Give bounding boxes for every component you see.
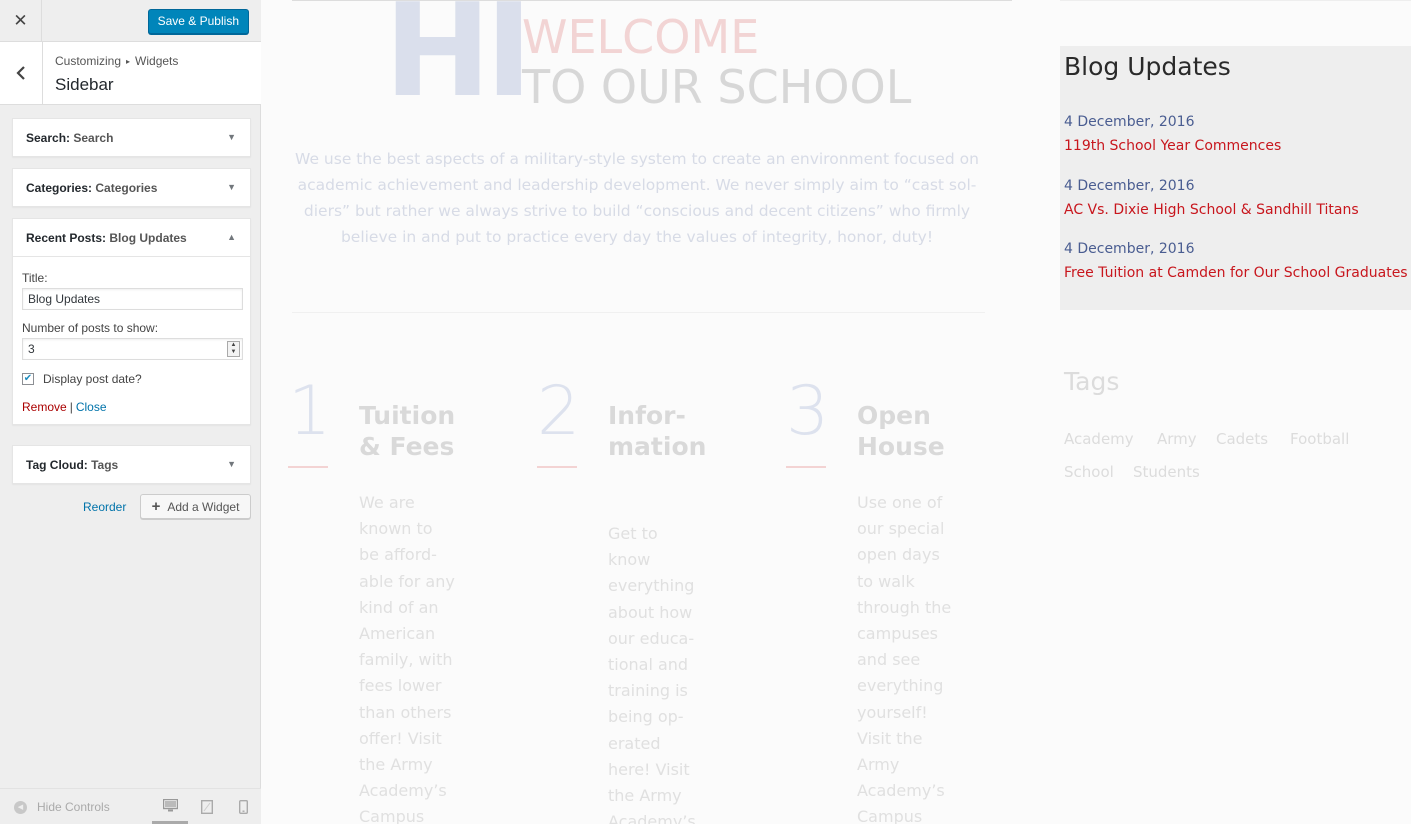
mobile-icon	[238, 799, 248, 814]
post-item: 4 December, 2016 AC Vs. Dixie High Schoo…	[1064, 177, 1411, 219]
tag-link[interactable]: Football	[1290, 430, 1349, 448]
save-publish-button[interactable]: Save & Publish	[147, 9, 249, 34]
breadcrumb: Customizing ▸ Widgets	[55, 54, 178, 68]
expand-arrow-icon: ▼	[227, 182, 236, 192]
feature-underline	[288, 466, 328, 468]
widget-title: Tag Cloud: Tags	[26, 458, 119, 472]
display-date-checkbox[interactable]: ✔	[22, 373, 34, 385]
customizer-footer: ◀ Hide Controls	[0, 788, 261, 824]
widget-recent-posts: Recent Posts: Blog Updates ▲ Title: Numb…	[12, 218, 251, 425]
widget-tag-cloud-toggle[interactable]: Tag Cloud: Tags ▼	[13, 446, 250, 483]
widget-title: Search: Search	[26, 131, 114, 145]
widget-title: Categories: Categories	[26, 181, 158, 195]
title-input[interactable]	[22, 288, 243, 310]
reorder-link[interactable]: Reorder	[83, 500, 126, 514]
link-separator: |	[69, 400, 73, 414]
widget-title: Recent Posts: Blog Updates	[26, 231, 187, 245]
widget-search-toggle[interactable]: Search: Search ▼	[13, 119, 250, 156]
feature-number: 3	[786, 372, 830, 451]
add-widget-button[interactable]: + Add a Widget	[140, 494, 251, 519]
post-title-link[interactable]: 119th School Year Commences	[1064, 137, 1411, 155]
close-link[interactable]: Close	[76, 400, 107, 414]
tablet-preview-button[interactable]	[189, 789, 225, 824]
desktop-icon	[162, 798, 178, 811]
post-title-link[interactable]: Free Tuition at Camden for Our School Gr…	[1064, 264, 1411, 282]
widget-categories-toggle[interactable]: Categories: Categories ▼	[13, 169, 250, 206]
feature-title: Tuition & Fees	[359, 401, 456, 461]
number-posts-label: Number of posts to show:	[22, 321, 159, 335]
tag-link[interactable]: Army	[1157, 430, 1197, 448]
section-title: Sidebar	[55, 75, 114, 94]
customizer-header: ✕ Save & Publish	[0, 0, 261, 42]
tags-title: Tags	[1064, 367, 1120, 396]
hide-controls-label: Hide Controls	[37, 800, 110, 814]
chevron-left-icon	[16, 66, 25, 80]
expand-arrow-icon: ▼	[227, 132, 236, 142]
mobile-preview-button[interactable]	[225, 789, 261, 824]
widget-control-links: Remove | Close	[22, 400, 241, 414]
feature-title: Open House	[857, 401, 945, 461]
widget-recent-posts-toggle[interactable]: Recent Posts: Blog Updates ▲	[13, 219, 250, 256]
tablet-icon	[201, 799, 213, 814]
collapse-arrow-icon: ◀	[14, 800, 27, 814]
feature-underline	[537, 466, 577, 468]
number-posts-stepper: ▲▼	[22, 338, 243, 360]
display-date-label: Display post date?	[43, 372, 142, 386]
close-icon: ✕	[13, 10, 28, 31]
back-button[interactable]	[0, 42, 43, 104]
post-title-link[interactable]: AC Vs. Dixie High School & Sandhill Tita…	[1064, 201, 1411, 219]
customizer-panel: ✕ Save & Publish Customizing ▸ Widgets Sid…	[0, 0, 261, 824]
breadcrumb-root: Customizing	[55, 54, 122, 68]
post-item: 4 December, 2016 Free Tuition at Camden …	[1064, 240, 1411, 282]
section-header: Customizing ▸ Widgets Sidebar	[0, 42, 261, 105]
blog-updates-title: Blog Updates	[1064, 52, 1231, 81]
site-preview: HI WELCOME TO OUR SCHOOL We use the best…	[262, 0, 1411, 824]
display-date-row: ✔ Display post date?	[22, 372, 241, 386]
feature-body: We are known to be afford­able for any k…	[359, 493, 455, 824]
hero-paragraph: We use the best aspects of a military-st…	[295, 150, 979, 246]
post-date: 4 December, 2016	[1064, 114, 1195, 130]
breadcrumb-parent: Widgets	[135, 54, 179, 68]
tag-link[interactable]: Academy	[1064, 430, 1134, 448]
collapse-arrow-icon: ▲	[227, 232, 236, 242]
widget-categories: Categories: Categories ▼	[12, 168, 251, 207]
post-date: 4 December, 2016	[1064, 178, 1195, 194]
post-item: 4 December, 2016 119th School Year Comme…	[1064, 113, 1411, 155]
blog-updates-widget: Blog Updates 4 December, 2016 119th Scho…	[1060, 46, 1411, 310]
expand-arrow-icon: ▼	[227, 459, 236, 469]
plus-icon: +	[151, 498, 161, 515]
feature-body: Get to know everything about how our edu…	[608, 524, 696, 824]
feature-title: Infor­ma­tion	[608, 401, 707, 461]
feature-number: 2	[537, 372, 581, 451]
desktop-preview-button[interactable]	[152, 789, 188, 824]
spin-buttons[interactable]: ▲ ▼	[227, 341, 240, 357]
feature-underline	[786, 466, 826, 468]
tag-link[interactable]: Students	[1133, 463, 1200, 481]
widget-tag-cloud: Tag Cloud: Tags ▼	[12, 445, 251, 484]
remove-link[interactable]: Remove	[22, 400, 67, 414]
number-posts-input[interactable]	[22, 338, 243, 360]
breadcrumb-separator: ▸	[126, 57, 131, 66]
divider	[1060, 0, 1411, 1]
hero-hi-text: HI	[384, 0, 533, 126]
widget-form: Title: Number of posts to show: ▲▼ ✔ Dis…	[13, 256, 250, 424]
add-widget-label: Add a Widget	[167, 499, 240, 514]
hero-welcome-text: WELCOME	[522, 10, 760, 64]
post-date: 4 December, 2016	[1064, 241, 1195, 257]
close-customizer-button[interactable]: ✕	[0, 0, 42, 41]
feature-body: Use one of our special open days to walk…	[857, 493, 952, 824]
hide-controls-button[interactable]: ◀ Hide Controls	[14, 800, 110, 814]
tag-link[interactable]: School	[1064, 463, 1114, 481]
hero-school-text: TO OUR SCHOOL	[522, 60, 912, 114]
divider	[292, 312, 985, 313]
widget-search: Search: Search ▼	[12, 118, 251, 157]
tag-link[interactable]: Cadets	[1216, 430, 1268, 448]
feature-number: 1	[288, 372, 332, 451]
title-label: Title:	[22, 271, 48, 285]
